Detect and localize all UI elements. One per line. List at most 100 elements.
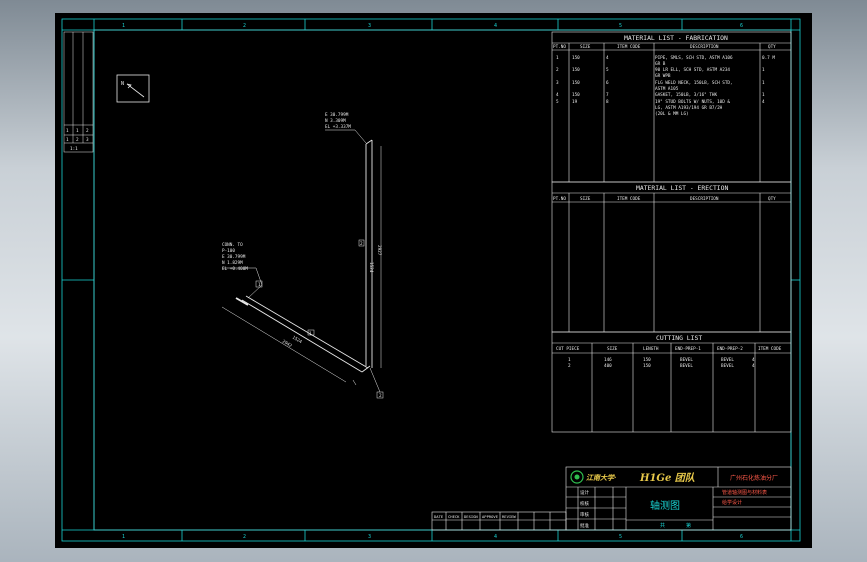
fab-title: MATERIAL LIST - FABRICATION [624,34,728,42]
left-block-b1: 1 [66,137,69,143]
fab-header-code: ITEM CODE [617,44,641,50]
fab-r1-qty: 0.7 M [762,55,775,61]
fab-r5-no: 5 [556,99,559,105]
zone-bottom-1: 1 [122,534,125,540]
fab-header-qty: QTY [768,44,776,50]
cut-r1-ep2: BEVEL [721,357,734,363]
cut-r2-length: 150 [643,363,651,369]
cut-r1-ep1: BEVEL [680,357,693,363]
iso-top-coord-n: N 3.309M [325,118,346,124]
sheet-no-label: 第 [686,522,691,529]
fab-r1-code: 4 [606,55,609,61]
left-block-b3: 3 [86,137,89,143]
cut-title: CUTTING LIST [656,334,702,342]
fab-header-size: SIZE [580,44,591,50]
iso-dim-vertical-total: 2927 [376,245,382,256]
fab-r2-desc-1: 90 LR ELL, SCH STD, ASTM A234 [655,67,730,73]
iso-conn-label: CONN. TO [222,242,243,248]
zone-top-3: 3 [368,23,371,29]
rev-header-date: DATE [434,514,444,519]
fab-r5-qty: 4 [762,99,765,105]
fab-r1-desc-1: PIPE, SMLS, SCH STD, ASTM A106 [655,55,733,61]
sign-row-check: 校核 [580,500,589,507]
zone-top-5: 5 [619,23,622,29]
left-block-a2: 1 [76,128,79,134]
erec-title: MATERIAL LIST - ERECTION [636,184,728,192]
left-block-scale: 1:1 [70,146,78,152]
fab-r4-qty: 1 [762,92,765,98]
iso-mark-2: 2 [379,393,382,399]
fab-r2-code: 5 [606,67,609,73]
fab-r3-desc-1: FLG WELD NECK, 150LB, SCH STD, [655,80,733,86]
erec-header-ptno: PT.NO [553,196,566,202]
iso-dim-vertical: 1524 [368,262,374,273]
fab-r2-qty: 1 [762,67,765,73]
fab-r5-size: 19 [572,99,578,105]
iso-bubble-1: 1 [309,331,312,337]
sheet-total-label: 共 [660,522,665,529]
fab-r4-desc-1: GASKET, 150LB, 3/16" THK [655,92,717,98]
fab-header-desc: DESCRIPTION [690,44,719,50]
cut-header-piece: CUT PIECE [556,346,580,352]
cut-r2-ep2: BEVEL [721,363,734,369]
iso-top-coord-el: EL +3.337M [325,124,351,130]
rev-header-design: DESIGN [464,514,478,519]
zone-top-1: 1 [122,23,125,29]
rev-header-check: CHECK [448,514,460,519]
fab-r4-code: 7 [606,92,609,98]
cut-r2-piece: 2 [568,363,571,369]
cut-r1-length: 150 [643,357,651,363]
left-block-b2: 2 [76,137,79,143]
sign-row-review: 审核 [580,511,589,518]
iso-conn-line: P-100 [222,248,235,254]
fab-r3-size: 150 [572,80,580,86]
project-line-1: 管道轴测图与材料表 [722,489,767,496]
fab-r2-no: 2 [556,67,559,73]
fab-r2-size: 150 [572,67,580,73]
cut-header-code: ITEM CODE [758,346,782,352]
cut-r2-code: 4 [752,363,755,369]
left-block-a1: 1 [66,128,69,134]
fab-r3-no: 3 [556,80,559,86]
zone-bottom-4: 4 [494,534,497,540]
cut-r1-size: 146 [604,357,612,363]
fab-r3-code: 6 [606,80,609,86]
sign-row-approve: 批准 [580,522,589,529]
fab-r4-size: 150 [572,92,580,98]
iso-mark-1: 1 [258,282,261,288]
iso-conn-el: EL +0.400M [222,266,248,272]
iso-conn-n: N 1.829M [222,260,243,266]
zone-bottom-3: 3 [368,534,371,540]
fab-r5-desc-3: (20L & MM LG) [655,111,689,117]
cut-r1-code: 4 [752,357,755,363]
drawing-title: 轴测图 [650,499,680,512]
cut-header-ep1: END-PREP-1 [675,346,701,352]
fab-r1-desc-2: GR B [655,61,666,67]
sign-row-design: 设计 [580,489,589,496]
team-logo-text: H1Ge 团队 [639,472,696,484]
fab-r2-desc-2: GR WPB [655,73,671,79]
fab-r5-code: 8 [606,99,609,105]
fab-r4-no: 4 [556,92,559,98]
cut-r1-piece: 1 [568,357,571,363]
zone-top-4: 4 [494,23,497,29]
school-name-glyphs: 江南大学· [586,473,616,482]
rev-header-review: REVIEW [502,514,516,519]
zone-top-2: 2 [243,23,246,29]
iso-conn-e: E 30.799M [222,254,246,260]
fab-r1-size: 150 [572,55,580,61]
fab-r3-qty: 1 [762,80,765,86]
erec-header-size: SIZE [580,196,591,202]
cut-r2-size: 400 [604,363,612,369]
fab-r3-desc-2: ASTM A105 [655,86,679,92]
fab-r1-no: 1 [556,55,559,61]
iso-top-coord-e: E 30.799M [325,112,349,118]
rev-header-approve: APPROVE [482,514,499,519]
company-name: 广州石化炼油分厂 [730,474,778,482]
zone-bottom-6: 6 [740,534,743,540]
cad-drawing-viewport[interactable]: 1 2 3 4 5 6 1 2 3 4 5 6 1 1 2 1 2 3 1:1 … [0,0,867,562]
north-arrow-label: N [121,81,124,87]
zone-top-6: 6 [740,23,743,29]
zone-bottom-2: 2 [243,534,246,540]
fab-r5-desc-1: 19" STUD BOLTS W/ NUTS, 10D & [655,99,730,105]
